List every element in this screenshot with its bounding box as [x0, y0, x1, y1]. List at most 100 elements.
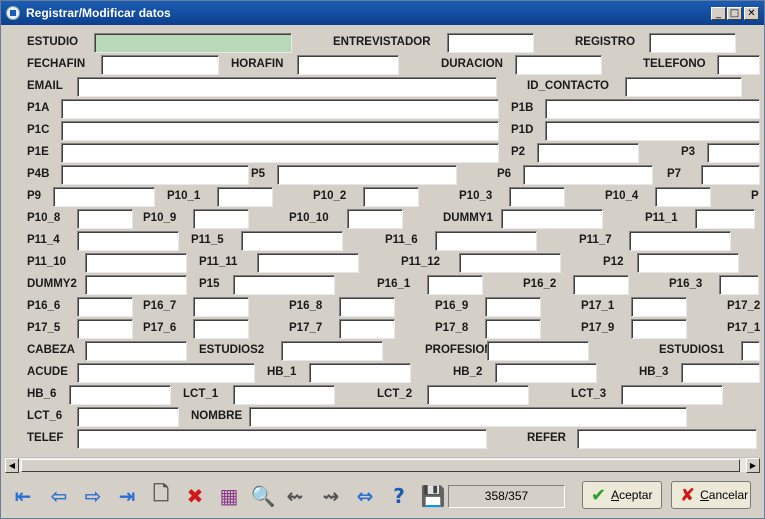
label-p16-9: P16_9	[435, 300, 469, 312]
label-refer: REFER	[527, 432, 566, 444]
field-refer[interactable]	[577, 429, 757, 449]
new-record-icon[interactable]: 🗋	[149, 481, 173, 508]
field-telef[interactable]	[77, 429, 487, 449]
field-p11-4[interactable]	[77, 231, 179, 251]
record-counter: 358/357	[448, 485, 565, 508]
field-p1e[interactable]	[61, 143, 499, 163]
previous-record-icon[interactable]: ⇦	[47, 484, 71, 508]
field-p9[interactable]	[53, 187, 155, 207]
field-lct-2[interactable]	[427, 385, 529, 405]
field-horafin[interactable]	[297, 55, 399, 75]
field-p6[interactable]	[523, 165, 653, 185]
field-p17-6[interactable]	[193, 319, 249, 339]
field-p16-1[interactable]	[427, 275, 483, 295]
field-p1a[interactable]	[61, 99, 499, 119]
field-p17-9[interactable]	[631, 319, 687, 339]
field-p7[interactable]	[701, 165, 760, 185]
accept-label: Aceptar	[611, 488, 652, 502]
field-hb-2[interactable]	[495, 363, 597, 383]
field-p17-7[interactable]	[339, 319, 395, 339]
field-nombre[interactable]	[249, 407, 687, 427]
field-p10-9[interactable]	[193, 209, 249, 229]
field-estudios2[interactable]	[281, 341, 383, 361]
help-icon[interactable]: ?	[387, 484, 411, 508]
field-p1b[interactable]	[545, 99, 760, 119]
field-p11-5[interactable]	[241, 231, 343, 251]
last-record-icon[interactable]: ⇥	[115, 484, 139, 508]
field-p11-11[interactable]	[257, 253, 359, 273]
field-hb-3[interactable]	[681, 363, 760, 383]
field-p11-7[interactable]	[629, 231, 731, 251]
expand-view-icon[interactable]: ⇔	[353, 484, 377, 508]
field-p1c[interactable]	[61, 121, 499, 141]
field-entrevistador[interactable]	[447, 33, 534, 53]
field-acude[interactable]	[77, 363, 255, 383]
label-p10-10: P10_10	[289, 212, 329, 224]
field-estudios1[interactable]	[741, 341, 760, 361]
field-lct-3[interactable]	[621, 385, 723, 405]
field-email[interactable]	[77, 77, 497, 97]
field-profesion2[interactable]	[487, 341, 589, 361]
field-hb-1[interactable]	[309, 363, 411, 383]
search-icon[interactable]: 🔍	[251, 484, 276, 508]
field-p10-1[interactable]	[217, 187, 273, 207]
scroll-left-icon[interactable]: ◀	[5, 458, 19, 473]
field-dummy1[interactable]	[501, 209, 603, 229]
maximize-button[interactable]: □	[727, 7, 742, 20]
next-record-icon[interactable]: ⇨	[81, 484, 105, 508]
field-p16-3[interactable]	[719, 275, 759, 295]
field-duracion[interactable]	[515, 55, 602, 75]
field-lct-1[interactable]	[233, 385, 335, 405]
label-acude: ACUDE	[27, 366, 68, 378]
field-cabeza[interactable]	[85, 341, 187, 361]
field-telefono[interactable]	[717, 55, 760, 75]
field-p10-2[interactable]	[363, 187, 419, 207]
field-p5[interactable]	[277, 165, 457, 185]
field-registro[interactable]	[649, 33, 736, 53]
field-p15[interactable]	[233, 275, 335, 295]
accept-button[interactable]: ✔ Aceptar	[582, 481, 662, 509]
delete-record-icon[interactable]: ✖	[183, 484, 207, 508]
field-p11-6[interactable]	[435, 231, 537, 251]
horizontal-scrollbar[interactable]: ◀ ▶	[5, 457, 760, 473]
field-hb-6[interactable]	[69, 385, 171, 405]
field-p12[interactable]	[637, 253, 739, 273]
field-p16-8[interactable]	[339, 297, 395, 317]
cancel-label-rest: ancelar	[708, 488, 749, 502]
field-lct-6[interactable]	[77, 407, 179, 427]
label-lct-2: LCT_2	[377, 388, 413, 400]
scroll-right-icon[interactable]: ▶	[746, 458, 760, 473]
field-estudio[interactable]	[94, 33, 292, 53]
field-p16-2[interactable]	[573, 275, 629, 295]
field-p16-7[interactable]	[193, 297, 249, 317]
field-p16-6[interactable]	[77, 297, 133, 317]
field-p2[interactable]	[537, 143, 639, 163]
field-p10-10[interactable]	[347, 209, 403, 229]
field-p17-1[interactable]	[631, 297, 687, 317]
field-p10-8[interactable]	[77, 209, 133, 229]
field-id-contacto[interactable]	[625, 77, 742, 97]
field-p17-8[interactable]	[485, 319, 541, 339]
close-button[interactable]: ✕	[744, 7, 759, 20]
field-p17-5[interactable]	[77, 319, 133, 339]
field-p16-9[interactable]	[485, 297, 541, 317]
field-p10-3[interactable]	[509, 187, 565, 207]
scroll-thumb[interactable]	[21, 459, 740, 472]
field-p1d[interactable]	[545, 121, 760, 141]
save-icon[interactable]: 💾	[421, 484, 446, 508]
table-view-icon[interactable]: ▦	[217, 484, 241, 508]
field-p11-12[interactable]	[459, 253, 561, 273]
field-p11-1[interactable]	[695, 209, 755, 229]
field-p11-10[interactable]	[85, 253, 187, 273]
field-p10-4[interactable]	[655, 187, 711, 207]
find-next-icon[interactable]: ⇝	[319, 484, 343, 508]
first-record-icon[interactable]: ⇤	[11, 484, 35, 508]
label-p11-10: P11_10	[27, 256, 67, 268]
cancel-button[interactable]: ✘ Cancelar	[671, 481, 751, 509]
field-p3[interactable]	[707, 143, 760, 163]
field-fechafin[interactable]	[101, 55, 219, 75]
find-previous-icon[interactable]: ⇜	[283, 484, 307, 508]
minimize-button[interactable]: _	[711, 7, 726, 20]
field-p4b[interactable]	[61, 165, 249, 185]
field-dummy2[interactable]	[85, 275, 187, 295]
